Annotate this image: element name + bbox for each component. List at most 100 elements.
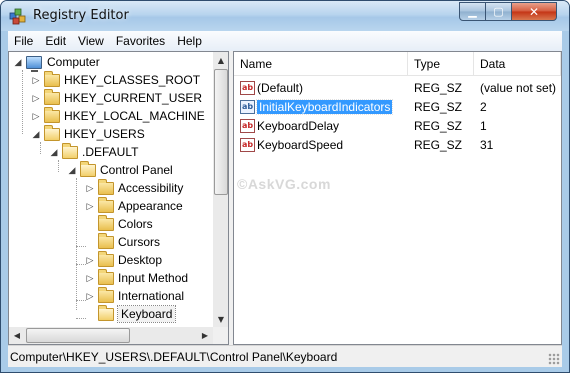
tree-item-hkcr[interactable]: ▷ HKEY_CLASSES_ROOT <box>31 70 200 89</box>
tree-item-desktop[interactable]: ▷ Desktop <box>85 250 162 269</box>
string-value-icon: ab <box>240 99 255 114</box>
expand-arrow-icon[interactable]: ▷ <box>31 107 41 125</box>
folder-icon <box>98 178 114 195</box>
resize-grip-icon[interactable] <box>548 353 560 365</box>
tree-item-hkcu[interactable]: ▷ HKEY_CURRENT_USER <box>31 88 202 107</box>
tree-line <box>40 142 41 154</box>
folder-icon <box>98 268 114 285</box>
tree-line <box>58 160 59 172</box>
value-data: (value not set) <box>480 80 557 95</box>
menu-bar: File Edit View Favorites Help <box>8 31 562 51</box>
folder-icon <box>44 88 60 105</box>
expand-arrow-icon[interactable]: ▷ <box>85 269 95 287</box>
status-path: Computer\HKEY_USERS\.DEFAULT\Control Pan… <box>10 349 338 364</box>
open-folder-icon <box>80 160 96 177</box>
expand-arrow-icon[interactable]: ▷ <box>85 251 95 269</box>
tree-item-default[interactable]: ◢ .DEFAULT <box>49 142 138 161</box>
folder-icon <box>98 214 114 231</box>
expand-arrow-icon[interactable]: ▷ <box>31 71 41 89</box>
tree-item-international[interactable]: ▷ International <box>85 286 184 305</box>
close-icon: ✕ <box>528 4 540 19</box>
expand-arrow-icon[interactable]: ▷ <box>85 287 95 305</box>
open-folder-icon <box>62 142 78 159</box>
folder-icon <box>98 250 114 267</box>
list-row[interactable]: ab (Default) REG_SZ (value not set) <box>234 78 561 97</box>
scroll-thumb[interactable] <box>26 328 130 343</box>
expand-arrow-icon[interactable]: ▷ <box>85 179 95 197</box>
scroll-down-icon[interactable]: ▼ <box>213 311 228 327</box>
window-title: Registry Editor <box>33 8 129 23</box>
registry-editor-icon <box>9 8 26 25</box>
tree-item-control-panel[interactable]: ◢ Control Panel <box>67 160 173 179</box>
value-data: 2 <box>480 99 487 114</box>
tree-vertical-scrollbar[interactable]: ▲ ▼ <box>213 52 228 327</box>
client-area: ◢ Computer ▷ HKEY_CLASSES_ROOT ▷ HKEY_CU… <box>8 51 562 345</box>
tree-item-cursors[interactable]: Cursors <box>85 232 160 251</box>
folder-icon <box>98 232 114 249</box>
scroll-left-icon[interactable]: ◀ <box>9 327 25 344</box>
key-tree-pane[interactable]: ◢ Computer ▷ HKEY_CLASSES_ROOT ▷ HKEY_CU… <box>8 51 229 345</box>
folder-icon <box>98 286 114 303</box>
tree-item-keyboard[interactable]: Keyboard <box>85 304 177 323</box>
collapse-arrow-icon[interactable]: ◢ <box>13 53 23 71</box>
computer-icon <box>26 55 42 72</box>
open-folder-icon <box>44 124 60 141</box>
collapse-arrow-icon[interactable]: ◢ <box>31 125 41 143</box>
tree-line <box>76 178 77 310</box>
list-row-selected[interactable]: ab InitialKeyboardIndicators REG_SZ 2 <box>234 97 561 116</box>
tree-item-hklm[interactable]: ▷ HKEY_LOCAL_MACHINE <box>31 106 205 125</box>
menu-view[interactable]: View <box>72 34 110 48</box>
column-header-data[interactable]: Data <box>474 52 561 76</box>
title-bar[interactable]: Registry Editor ▁ ▢ ✕ <box>1 1 569 31</box>
value-data: 1 <box>480 118 487 133</box>
tree-item-computer[interactable]: ◢ Computer <box>13 53 100 72</box>
status-bar: Computer\HKEY_USERS\.DEFAULT\Control Pan… <box>8 345 562 367</box>
maximize-icon: ▢ <box>493 5 504 18</box>
tree-horizontal-scrollbar[interactable]: ◀ ▶ <box>9 327 213 344</box>
string-value-icon: ab <box>240 80 255 95</box>
tree-line <box>22 70 23 134</box>
value-type: REG_SZ <box>414 118 463 133</box>
string-value-icon: ab <box>240 137 255 152</box>
scroll-right-icon[interactable]: ▶ <box>197 327 213 344</box>
tree-item-colors[interactable]: Colors <box>85 214 153 233</box>
collapse-arrow-icon[interactable]: ◢ <box>67 161 77 179</box>
folder-icon <box>98 196 114 213</box>
value-type: REG_SZ <box>414 137 463 152</box>
expand-arrow-icon[interactable]: ▷ <box>85 197 95 215</box>
list-row[interactable]: ab KeyboardDelay REG_SZ 1 <box>234 116 561 135</box>
menu-file[interactable]: File <box>8 34 39 48</box>
scroll-corner <box>213 327 228 344</box>
tree-item-accessibility[interactable]: ▷ Accessibility <box>85 178 183 197</box>
open-folder-icon <box>98 304 114 321</box>
watermark: ©AskVG.com <box>237 176 331 192</box>
tree-item-appearance[interactable]: ▷ Appearance <box>85 196 183 215</box>
collapse-arrow-icon[interactable]: ◢ <box>49 143 59 161</box>
tree-item-input-method[interactable]: ▷ Input Method <box>85 268 188 287</box>
scroll-up-icon[interactable]: ▲ <box>213 52 228 68</box>
folder-icon <box>44 70 60 87</box>
tree-item-hku[interactable]: ◢ HKEY_USERS <box>31 124 145 143</box>
column-header-type[interactable]: Type <box>408 52 474 76</box>
list-row[interactable]: ab KeyboardSpeed REG_SZ 31 <box>234 135 561 154</box>
maximize-button[interactable]: ▢ <box>485 2 512 21</box>
menu-favorites[interactable]: Favorites <box>110 34 171 48</box>
menu-help[interactable]: Help <box>171 34 208 48</box>
minimize-button[interactable]: ▁ <box>459 2 486 21</box>
folder-icon <box>44 106 60 123</box>
column-header-name[interactable]: Name <box>234 52 408 76</box>
value-type: REG_SZ <box>414 99 463 114</box>
scroll-thumb[interactable] <box>214 69 228 195</box>
string-value-icon: ab <box>240 118 255 133</box>
minimize-icon: ▁ <box>468 5 477 18</box>
values-list-pane[interactable]: Name Type Data ab (Default) REG_SZ (value… <box>233 51 562 345</box>
value-type: REG_SZ <box>414 80 463 95</box>
close-button[interactable]: ✕ <box>511 2 557 21</box>
expand-arrow-icon[interactable]: ▷ <box>31 89 41 107</box>
menu-edit[interactable]: Edit <box>39 34 72 48</box>
registry-editor-window: Registry Editor ▁ ▢ ✕ File Edit View Fav… <box>0 0 570 373</box>
value-data: 31 <box>480 137 494 152</box>
